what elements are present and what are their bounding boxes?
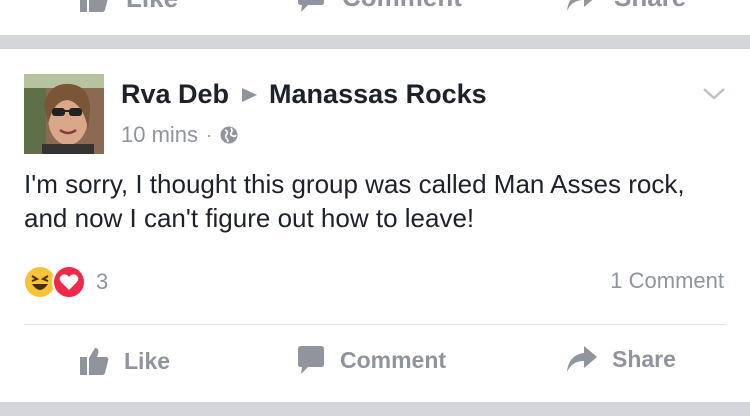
actions-divider [24,324,726,325]
comment-icon [298,346,324,374]
share-icon [567,0,592,11]
comment-icon [298,0,324,12]
comment-label: Comment [340,346,447,373]
previous-post-actions: Like Comment Share [0,0,750,34]
chevron-down-icon [703,88,725,100]
love-reaction-icon [52,265,86,299]
feed-separator-top [0,35,750,49]
reactions-summary[interactable]: 3 [24,265,108,299]
post-text: I'm sorry, I thought this group was call… [24,169,685,233]
feed-separator-bottom [0,402,750,416]
post-card: Rva Deb Manassas Rocks 10 mins · I'm sor… [0,49,750,401]
triangle-right-icon [242,87,258,102]
comment-button[interactable]: Comment [296,345,446,375]
share-button[interactable]: Share [566,345,676,373]
share-label: Share [612,345,676,372]
share-icon [567,346,597,372]
previous-like-label: Like [126,0,178,14]
previous-comment-button[interactable]: Comment [296,0,462,13]
like-button[interactable]: Like [78,345,170,377]
globe-icon [220,126,238,144]
author-name[interactable]: Rva Deb [121,79,229,110]
previous-like-button[interactable]: Like [78,0,178,14]
thumbs-up-icon [80,348,109,375]
like-label: Like [124,347,171,374]
meta-separator: · [206,124,213,145]
previous-share-label: Share [614,0,686,13]
post-timestamp[interactable]: 10 mins [121,122,198,148]
post-meta: 10 mins · [121,122,238,148]
post-options-button[interactable] [702,87,726,106]
reaction-count: 3 [96,269,109,294]
previous-share-button[interactable]: Share [566,0,686,13]
avatar[interactable] [24,74,104,154]
thumbs-up-icon [80,0,108,12]
comment-count[interactable]: 1 Comment [610,268,724,294]
group-name[interactable]: Manassas Rocks [269,79,487,110]
post-header: Rva Deb Manassas Rocks [121,79,487,110]
previous-comment-label: Comment [342,0,462,13]
